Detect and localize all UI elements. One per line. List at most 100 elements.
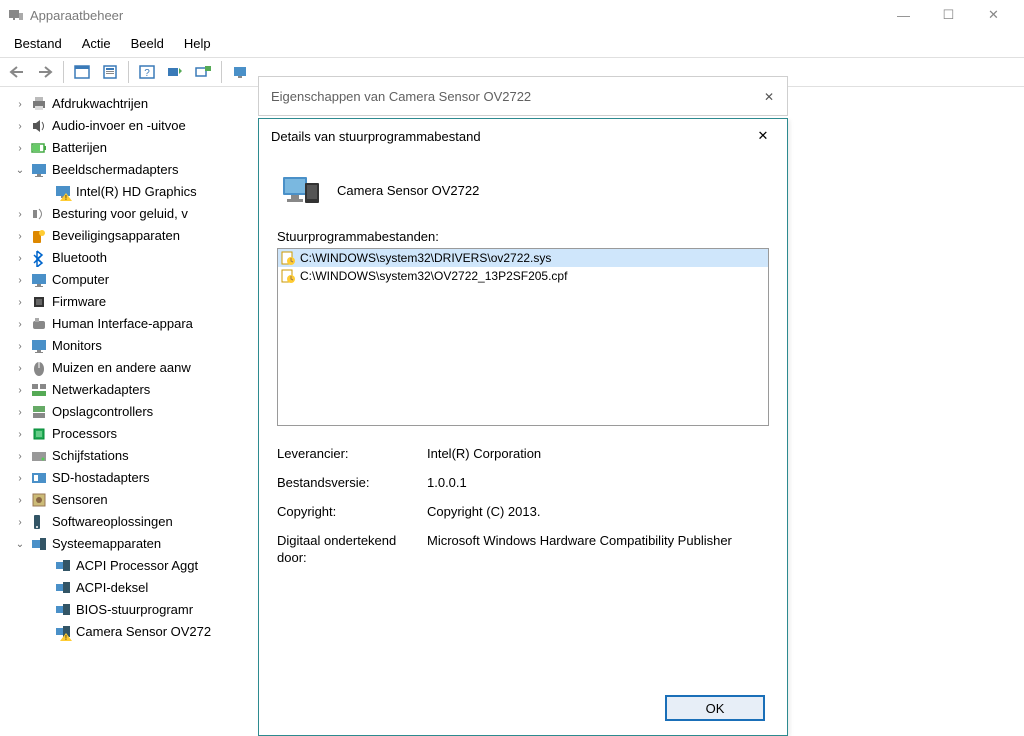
menu-bestand[interactable]: Bestand (6, 34, 70, 53)
tree-item-label: Besturing voor geluid, v (52, 207, 188, 221)
network-icon (30, 381, 48, 399)
sysdev-warn-icon: ! (54, 623, 72, 641)
tree-item-label: Firmware (52, 295, 106, 309)
driver-details-close[interactable]: ✕ (751, 124, 775, 148)
menu-help[interactable]: Help (176, 34, 219, 53)
help-button[interactable]: ? (134, 60, 160, 84)
minimize-button[interactable]: — (881, 0, 926, 30)
speaker-icon (30, 117, 48, 135)
tree-item-label: SD-hostadapters (52, 471, 150, 485)
sysdev-icon (54, 557, 72, 575)
tree-item-label: Schijfstations (52, 449, 129, 463)
scan-button[interactable] (162, 60, 188, 84)
tree-arrow-icon[interactable]: › (14, 253, 26, 264)
sysdev-icon (54, 579, 72, 597)
copyright-value: Copyright (C) 2013. (427, 504, 769, 519)
file-icon (280, 268, 296, 284)
app-icon (8, 7, 24, 23)
tree-arrow-icon[interactable]: › (14, 99, 26, 110)
tree-item-label: Netwerkadapters (52, 383, 150, 397)
signer-value: Microsoft Windows Hardware Compatibility… (427, 533, 769, 567)
vendor-label: Leverancier: (277, 446, 427, 461)
software-icon (30, 513, 48, 531)
sysdev-icon (54, 601, 72, 619)
tree-item-label: Batterijen (52, 141, 107, 155)
show-hide-tree-button[interactable] (69, 60, 95, 84)
back-button[interactable] (4, 60, 30, 84)
menu-beeld[interactable]: Beeld (123, 34, 172, 53)
tree-arrow-icon[interactable]: › (14, 473, 26, 484)
tree-item-label: Processors (52, 427, 117, 441)
vendor-value: Intel(R) Corporation (427, 446, 769, 461)
tree-arrow-icon[interactable]: › (14, 319, 26, 330)
refresh-button[interactable] (190, 60, 216, 84)
tree-item-label: Computer (52, 273, 109, 287)
signer-label: Digitaal ondertekend door: (277, 533, 427, 567)
bluetooth-icon (30, 249, 48, 267)
sensor-icon (30, 491, 48, 509)
battery-icon (30, 139, 48, 157)
monitor-icon (30, 337, 48, 355)
properties-dialog-title: Eigenschappen van Camera Sensor OV2722 (271, 89, 531, 104)
tree-arrow-icon[interactable]: › (14, 297, 26, 308)
close-button[interactable]: ✕ (971, 0, 1016, 30)
sound-icon (30, 205, 48, 223)
device-icon (281, 173, 323, 207)
driver-file-row[interactable]: C:\WINDOWS\system32\DRIVERS\ov2722.sys (278, 249, 768, 267)
svg-text:!: ! (65, 195, 67, 201)
driver-file-path: C:\WINDOWS\system32\DRIVERS\ov2722.sys (300, 251, 551, 265)
tree-arrow-icon[interactable]: › (14, 341, 26, 352)
tree-arrow-icon[interactable]: › (14, 121, 26, 132)
ok-button[interactable]: OK (665, 695, 765, 721)
tree-arrow-icon[interactable]: › (14, 495, 26, 506)
driver-files-label: Stuurprogrammabestanden: (277, 229, 769, 244)
driver-files-list[interactable]: C:\WINDOWS\system32\DRIVERS\ov2722.sys C:… (277, 248, 769, 426)
tree-item-label: Opslagcontrollers (52, 405, 153, 419)
tree-arrow-icon[interactable]: › (14, 517, 26, 528)
forward-button[interactable] (32, 60, 58, 84)
properties-button[interactable] (97, 60, 123, 84)
device-button[interactable] (227, 60, 253, 84)
mouse-icon (30, 359, 48, 377)
driver-file-row[interactable]: C:\WINDOWS\system32\OV2722_13P2SF205.cpf (278, 267, 768, 285)
maximize-button[interactable]: ☐ (926, 0, 971, 30)
tree-item-label: Beveiligingsapparaten (52, 229, 180, 243)
tree-arrow-icon[interactable]: ⌄ (14, 165, 26, 176)
tree-item-label: Audio-invoer en -uitvoe (52, 119, 186, 133)
menu-actie[interactable]: Actie (74, 34, 119, 53)
tree-arrow-icon[interactable]: › (14, 363, 26, 374)
svg-text:!: ! (65, 635, 67, 641)
properties-dialog: Eigenschappen van Camera Sensor OV2722 ✕ (258, 76, 788, 116)
tree-arrow-icon[interactable]: › (14, 231, 26, 242)
tree-arrow-icon[interactable]: ⌄ (14, 539, 26, 550)
tree-arrow-icon[interactable]: › (14, 209, 26, 220)
version-value: 1.0.0.1 (427, 475, 769, 490)
tree-arrow-icon[interactable]: › (14, 143, 26, 154)
tree-arrow-icon[interactable]: › (14, 275, 26, 286)
tree-item-label: ACPI Processor Aggt (76, 559, 198, 573)
driver-details-dialog: Details van stuurprogrammabestand ✕ Came… (258, 118, 788, 736)
device-name: Camera Sensor OV2722 (337, 183, 479, 198)
disk-icon (30, 447, 48, 465)
tree-arrow-icon[interactable]: › (14, 407, 26, 418)
tree-item-label: Beeldschermadapters (52, 163, 178, 177)
copyright-label: Copyright: (277, 504, 427, 519)
file-icon (280, 250, 296, 266)
tree-arrow-icon[interactable]: › (14, 451, 26, 462)
window-title: Apparaatbeheer (30, 8, 123, 23)
tree-arrow-icon[interactable]: › (14, 429, 26, 440)
tree-arrow-icon[interactable]: › (14, 385, 26, 396)
printer-icon (30, 95, 48, 113)
tree-item-label: Systeemapparaten (52, 537, 161, 551)
tree-item-label: Afdrukwachtrijen (52, 97, 148, 111)
sd-icon (30, 469, 48, 487)
tree-item-label: ACPI-deksel (76, 581, 148, 595)
driver-details-title: Details van stuurprogrammabestand (271, 129, 481, 144)
storage-icon (30, 403, 48, 421)
driver-file-path: C:\WINDOWS\system32\OV2722_13P2SF205.cpf (300, 269, 567, 283)
tree-item-label: Muizen en andere aanw (52, 361, 191, 375)
chip-icon (30, 293, 48, 311)
display-icon (30, 161, 48, 179)
properties-dialog-close[interactable]: ✕ (757, 85, 781, 109)
tree-item-label: Softwareoplossingen (52, 515, 173, 529)
